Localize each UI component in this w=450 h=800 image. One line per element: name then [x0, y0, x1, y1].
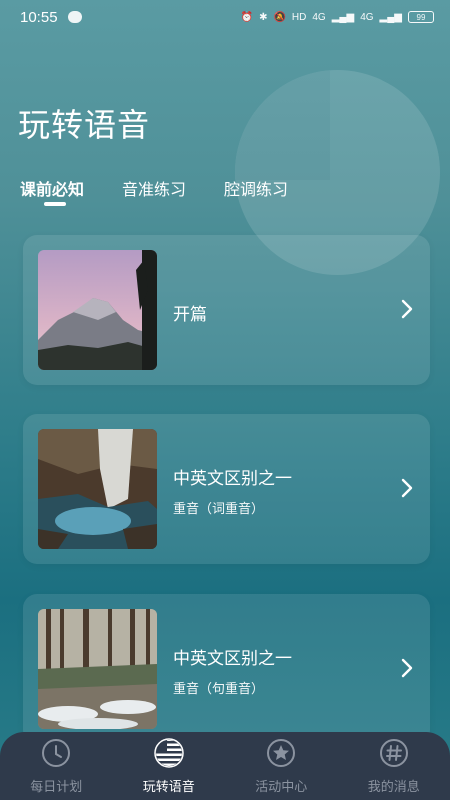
nav-play-voice[interactable]: 玩转语音	[113, 732, 226, 800]
lesson-card[interactable]: 开篇	[23, 235, 430, 385]
page-title: 玩转语音	[18, 106, 151, 144]
chevron-right-icon	[401, 478, 413, 498]
bottom-nav: 每日计划 玩转语音 活动中心 我的消息	[0, 732, 450, 800]
tab-before-class[interactable]: 课前必知	[20, 176, 84, 206]
nav-label: 每日计划	[30, 780, 83, 795]
status-bar: 10:55 ⏰ ✱ 🔕 HD 4G ▂▄▆ 4G ▂▄▆ 99	[0, 0, 450, 34]
star-icon	[267, 739, 296, 767]
network-4g-icon-2: 4G	[360, 11, 374, 23]
hd-icon: HD	[291, 11, 307, 23]
tab-pitch-practice[interactable]: 音准练习	[122, 176, 186, 200]
nav-activity-center[interactable]: 活动中心	[225, 732, 338, 800]
tab-bar: 课前必知 音准练习 腔调练习	[20, 176, 326, 206]
status-time: 10:55	[20, 8, 58, 26]
mute-icon: 🔕	[273, 11, 286, 23]
lesson-subtitle: 重音（词重音）	[173, 502, 265, 517]
signal-icon-2: ▂▄▆	[379, 11, 402, 23]
alarm-icon: ⏰	[240, 11, 254, 23]
lesson-title: 中英文区别之一	[173, 649, 292, 669]
signal-icon: ▂▄▆	[331, 11, 355, 23]
river-forest-thumbnail	[38, 609, 157, 729]
bluetooth-icon: ✱	[259, 11, 268, 23]
lesson-title: 中英文区别之一	[173, 469, 292, 489]
lesson-subtitle: 重音（句重音）	[173, 682, 265, 697]
tab-intonation-practice[interactable]: 腔调练习	[224, 176, 288, 200]
nav-label: 活动中心	[255, 780, 308, 795]
lesson-card[interactable]: 中英文区别之一 重音（词重音）	[23, 414, 430, 564]
wechat-notification-icon	[67, 11, 82, 23]
lesson-card[interactable]: 中英文区别之一 重音（句重音）	[23, 594, 430, 744]
nav-daily-plan[interactable]: 每日计划	[0, 732, 113, 800]
lesson-title: 开篇	[173, 305, 207, 325]
battery-icon: 99	[408, 11, 434, 23]
nav-my-messages[interactable]: 我的消息	[338, 732, 450, 800]
nav-label: 我的消息	[367, 780, 420, 795]
us-flag-icon	[154, 738, 184, 768]
chevron-right-icon	[401, 658, 413, 678]
clock-icon	[42, 739, 71, 767]
mountain-dome-thumbnail	[38, 250, 157, 370]
network-4g-icon: 4G	[312, 11, 326, 23]
chevron-right-icon	[401, 299, 413, 319]
hashtag-icon	[379, 739, 408, 767]
status-icons: ⏰ ✱ 🔕 HD 4G ▂▄▆ 4G ▂▄▆ 99	[241, 11, 434, 23]
nav-label: 玩转语音	[142, 780, 195, 795]
waterfall-thumbnail	[38, 429, 157, 549]
battery-level: 99	[416, 12, 426, 22]
